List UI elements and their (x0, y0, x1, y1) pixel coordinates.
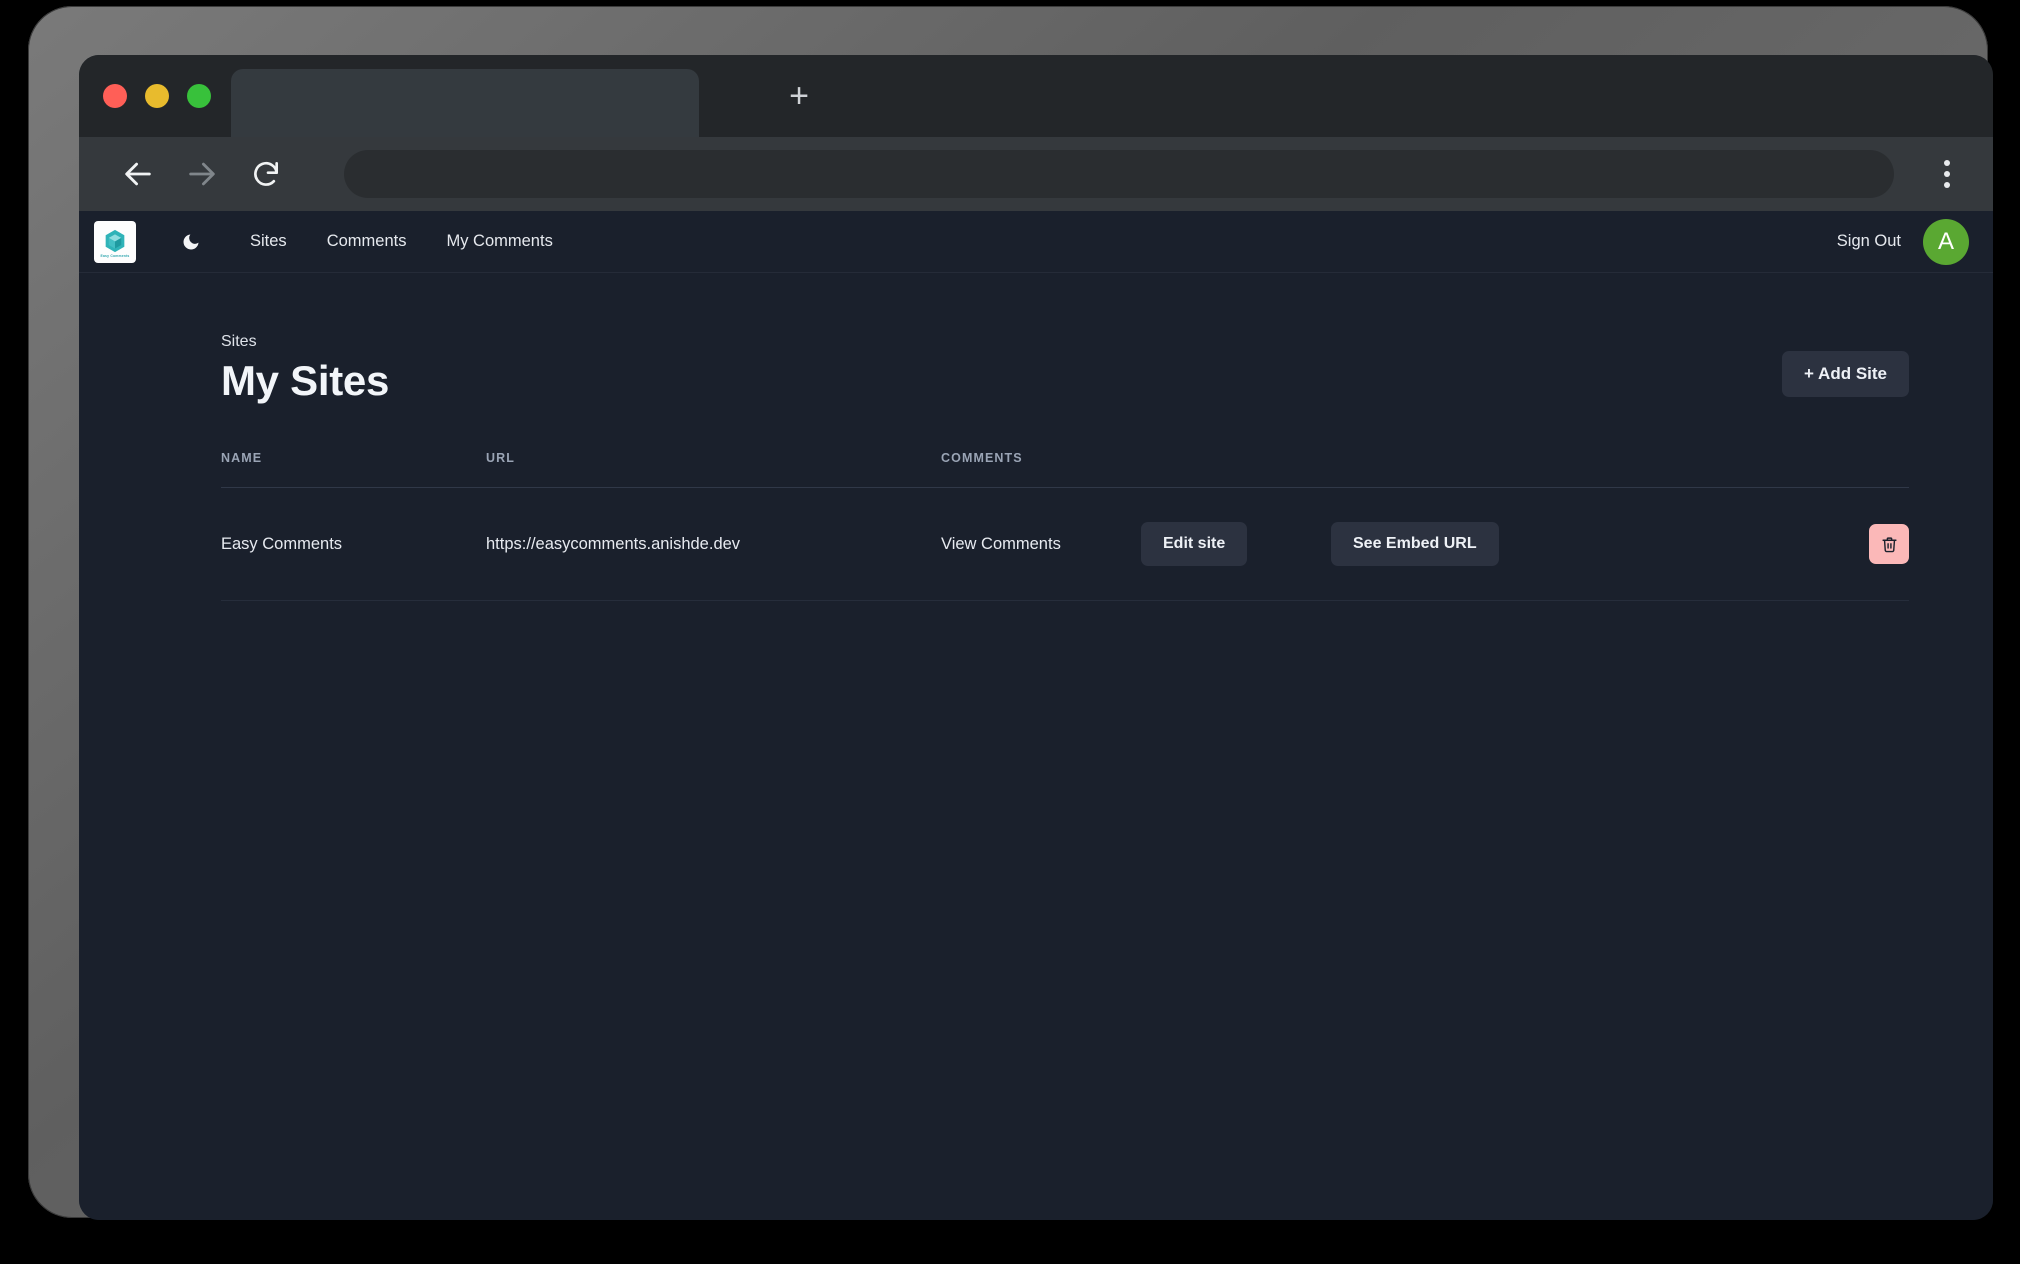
close-window-button[interactable] (103, 84, 127, 108)
app-logo[interactable]: Easy Comments (94, 221, 136, 263)
back-button[interactable] (113, 149, 163, 199)
browser-tab[interactable] (231, 69, 699, 137)
reload-button[interactable] (241, 149, 291, 199)
sites-table: NAME URL COMMENTS Easy Comments https://… (221, 451, 1909, 601)
column-header-name: NAME (221, 451, 486, 488)
page-title: My Sites (221, 357, 389, 405)
trash-icon (1881, 536, 1898, 553)
page-content: Sites My Sites + Add Site NAME URL COMME… (79, 273, 1993, 601)
delete-site-button[interactable] (1869, 524, 1909, 564)
navbar-right-group: Sign Out A (1837, 219, 1969, 265)
avatar[interactable]: A (1923, 219, 1969, 265)
cell-site-name: Easy Comments (221, 488, 486, 601)
three-dots-vertical-icon[interactable] (1927, 152, 1967, 196)
web-page: Easy Comments Sites Comments My Comments… (79, 211, 1993, 1220)
maximize-window-button[interactable] (187, 84, 211, 108)
page-header: Sites My Sites + Add Site (221, 333, 1909, 405)
sign-out-button[interactable]: Sign Out (1837, 232, 1901, 251)
table-header-row: NAME URL COMMENTS (221, 451, 1909, 488)
column-header-comments: COMMENTS (941, 451, 1141, 488)
column-header-delete (1581, 451, 1909, 488)
nav-link-my-comments[interactable]: My Comments (446, 232, 552, 251)
navbar-links: Sites Comments My Comments (250, 232, 553, 251)
column-header-edit (1141, 451, 1331, 488)
address-bar[interactable] (344, 150, 1894, 198)
column-header-embed (1331, 451, 1581, 488)
add-site-button[interactable]: + Add Site (1782, 351, 1909, 397)
hexagon-cube-icon (104, 229, 126, 253)
page-heading-group: Sites My Sites (221, 333, 389, 405)
app-navbar: Easy Comments Sites Comments My Comments… (79, 211, 1993, 273)
app-logo-caption: Easy Comments (101, 254, 130, 258)
nav-link-sites[interactable]: Sites (250, 232, 287, 251)
moon-icon[interactable] (174, 225, 208, 259)
forward-button[interactable] (177, 149, 227, 199)
nav-link-comments[interactable]: Comments (327, 232, 407, 251)
new-tab-button[interactable]: + (779, 76, 819, 116)
cell-site-url: https://easycomments.anishde.dev (486, 488, 941, 601)
browser-window: + (79, 55, 1993, 1220)
column-header-url: URL (486, 451, 941, 488)
browser-toolbar (79, 137, 1993, 211)
minimize-window-button[interactable] (145, 84, 169, 108)
view-comments-link[interactable]: View Comments (941, 535, 1061, 553)
edit-site-button[interactable]: Edit site (1141, 522, 1247, 566)
sites-table-body: Easy Comments https://easycomments.anish… (221, 488, 1909, 601)
window-controls (103, 84, 211, 108)
breadcrumb: Sites (221, 333, 389, 351)
browser-tab-strip: + (79, 55, 1993, 137)
see-embed-url-button[interactable]: See Embed URL (1331, 522, 1499, 566)
table-row: Easy Comments https://easycomments.anish… (221, 488, 1909, 601)
device-frame: + (28, 6, 1988, 1218)
sites-table-head: NAME URL COMMENTS (221, 451, 1909, 488)
